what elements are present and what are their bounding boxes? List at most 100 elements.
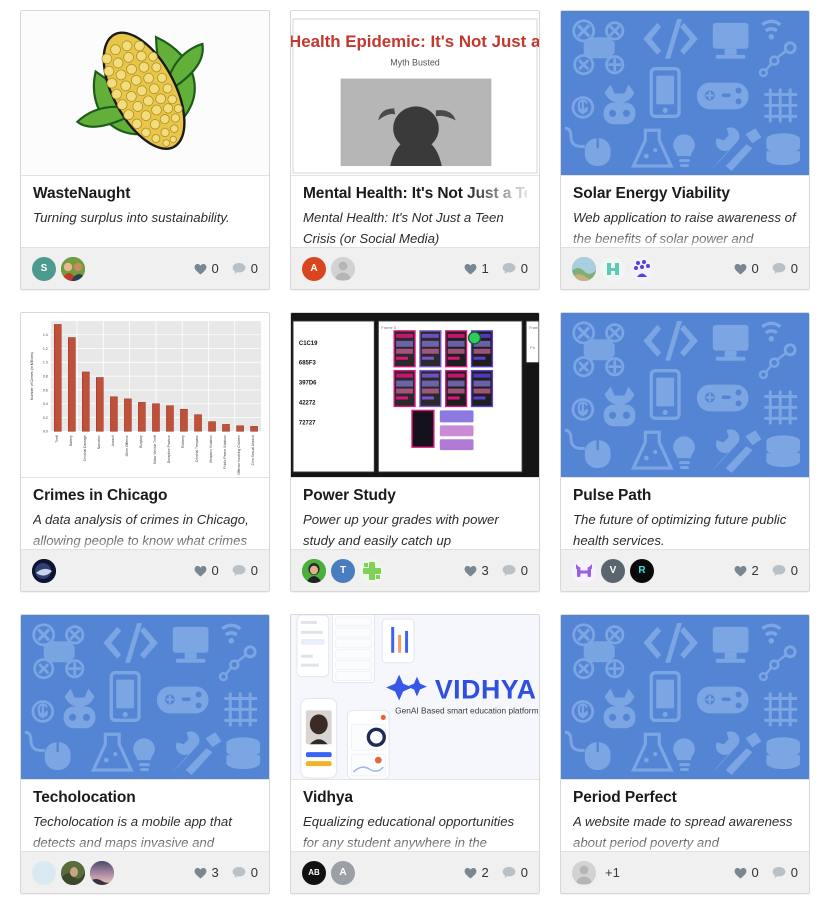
member-avatar-dusk[interactable] [90,860,114,885]
member-avatar-default[interactable] [331,256,355,281]
member-avatars [572,256,654,281]
like-stat[interactable]: 2 [734,563,759,578]
project-card-period-perfect[interactable]: Period Perfect A website made to spread … [560,614,810,894]
project-title[interactable]: Period Perfect [573,788,797,808]
comment-stat[interactable]: 0 [232,563,258,578]
svg-text:Robbery: Robbery [181,435,185,448]
svg-text:1.2: 1.2 [43,347,48,351]
svg-text:Criminal Damage: Criminal Damage [83,435,87,461]
comment-stat[interactable]: 0 [502,563,528,578]
comment-stat[interactable]: 0 [772,261,798,276]
project-summary: Crimes in Chicago A data analysis of cri… [21,478,269,549]
project-card-techolocation[interactable]: Techolocation Techolocation is a mobile … [20,614,270,894]
member-avatar-purple[interactable] [630,256,654,281]
member-avatar-default[interactable] [572,860,596,885]
member-avatar-ab[interactable]: AB [302,860,326,885]
comment-count: 0 [520,865,528,880]
member-avatar-space[interactable] [32,558,56,583]
project-description: Turning surplus into sustainability. [33,210,230,225]
photo-avatar [90,860,114,885]
project-title[interactable]: Crimes in Chicago [33,486,257,506]
project-card-solar-energy-viability[interactable]: Solar Energy Viability Web application t… [560,10,810,290]
project-title[interactable]: Mental Health: It's Not Just a Teen Cris… [303,184,527,204]
extra-members-count: +1 [605,865,620,880]
svg-text:Battery: Battery [69,435,73,446]
project-summary: WasteNaught Turning surplus into sustain… [21,176,269,247]
project-title[interactable]: WasteNaught [33,184,257,204]
svg-text:42272: 42272 [299,400,316,406]
default-avatar-icon [331,256,355,281]
svg-text:Crim Sexual Assault: Crim Sexual Assault [251,435,255,465]
comment-stat[interactable]: 0 [232,261,258,276]
project-card-mental-health[interactable]: Health Epidemic: It's Not Just a Tee Myt… [290,10,540,290]
svg-text:Frame 0: Frame 0 [381,325,397,330]
svg-text:Other Offense: Other Offense [125,435,129,456]
member-avatar-t[interactable]: T [331,558,355,583]
project-thumbnail[interactable] [21,11,269,176]
member-avatar-green-photo[interactable] [302,558,326,583]
project-title[interactable]: Solar Energy Viability [573,184,797,204]
member-avatar-cross[interactable] [360,558,384,583]
project-card-wastenaught[interactable]: WasteNaught Turning surplus into sustain… [20,10,270,290]
svg-text:Public Peace Violation: Public Peace Violation [223,435,227,469]
member-avatar-mint[interactable] [601,256,625,281]
project-thumbnail[interactable]: C1C19 685F3 397D6 42272 72727 Frame 0 Frame… [291,313,539,478]
like-stat[interactable]: 0 [194,261,219,276]
card-stats: 2 0 [464,865,528,880]
like-count: 3 [211,865,219,880]
project-title[interactable]: Power Study [303,486,527,506]
avatar-initial: R [638,565,646,576]
card-footer: 0 0 [21,549,269,591]
project-title[interactable]: Pulse Path [573,486,797,506]
project-title[interactable]: Vidhya [303,788,527,808]
like-stat[interactable]: 1 [464,261,489,276]
svg-text:Burglary: Burglary [139,435,143,448]
project-thumbnail[interactable] [21,615,269,780]
comment-stat[interactable]: 0 [502,261,528,276]
member-avatar-a[interactable]: A [302,256,326,281]
avatar-initial: V [609,565,617,576]
like-stat[interactable]: 3 [194,865,219,880]
member-avatar-v[interactable]: V [601,558,625,583]
member-avatar-a2[interactable]: A [331,860,355,885]
avatar-initial: T [339,565,347,576]
member-avatars: +1 [572,860,620,885]
project-thumbnail[interactable]: Health Epidemic: It's Not Just a Tee Myt… [291,11,539,176]
comment-stat[interactable]: 0 [772,563,798,578]
comment-stat[interactable]: 0 [502,865,528,880]
project-thumbnail[interactable]: VIDHYA GenAI Based smart education platf… [291,615,539,780]
project-card-vidhya[interactable]: VIDHYA GenAI Based smart education platf… [290,614,540,894]
project-card-pulse-path[interactable]: Pulse Path The future of optimizing futu… [560,312,810,592]
project-thumbnail[interactable]: 0.0 0.2 0.4 0.6 0.8 1.0 1.2 1.4 Theft Battery Crim… [21,313,269,478]
project-thumbnail[interactable] [561,11,809,176]
heart-icon [194,565,206,576]
like-stat[interactable]: 3 [464,563,489,578]
member-avatar-blank[interactable] [32,860,56,885]
project-thumbnail[interactable] [561,313,809,478]
project-thumbnail[interactable] [561,615,809,780]
svg-text:C1C19: C1C19 [299,341,318,347]
member-avatar-s[interactable]: S [32,256,56,281]
like-stat[interactable]: 0 [194,563,219,578]
member-avatars: S [32,256,85,281]
comment-stat[interactable]: 0 [232,865,258,880]
comment-icon [232,565,246,576]
like-stat[interactable]: 0 [734,865,759,880]
like-count: 0 [211,261,219,276]
member-avatar-photo[interactable] [61,256,85,281]
member-avatar-h[interactable] [572,558,596,583]
card-footer: V R 2 0 [561,549,809,591]
like-count: 0 [751,865,759,880]
svg-text:VIDHYA: VIDHYA [435,674,537,704]
project-title[interactable]: Techolocation [33,788,257,808]
project-card-crimes-in-chicago[interactable]: 0.0 0.2 0.4 0.6 0.8 1.0 1.2 1.4 Theft Battery Crim… [20,312,270,592]
member-avatar-forest[interactable] [61,860,85,885]
like-stat[interactable]: 0 [734,261,759,276]
member-avatar-landscape[interactable] [572,256,596,281]
member-avatar-r[interactable]: R [630,558,654,583]
tech-icon-placeholder-graphic [21,615,269,779]
like-stat[interactable]: 2 [464,865,489,880]
logo-avatar [360,558,384,583]
comment-stat[interactable]: 0 [772,865,798,880]
project-card-power-study[interactable]: C1C19 685F3 397D6 42272 72727 Frame 0 Frame… [290,312,540,592]
